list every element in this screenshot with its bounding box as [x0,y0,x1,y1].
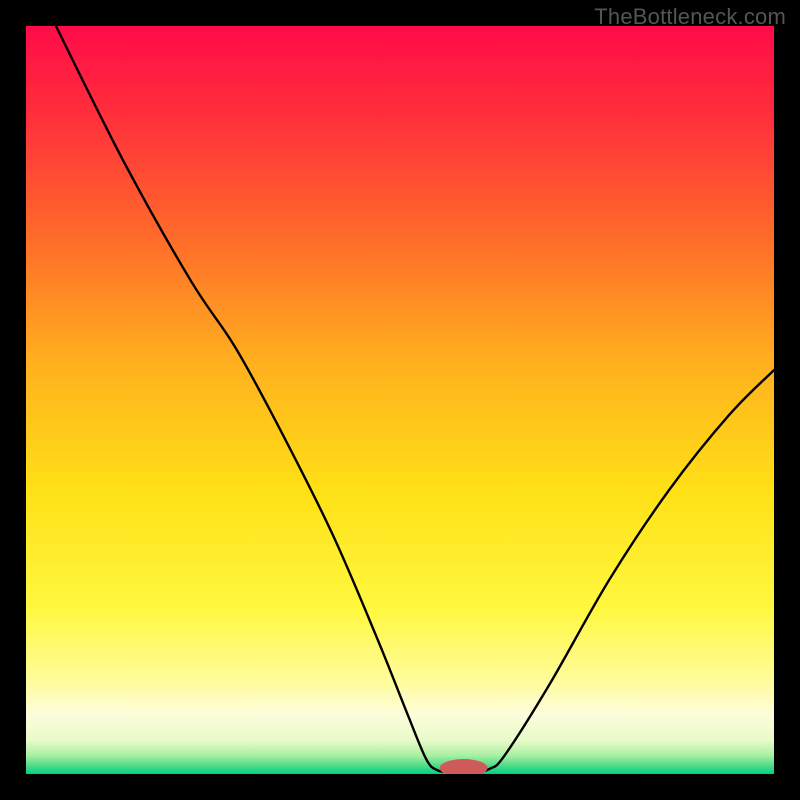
optimal-marker [26,26,774,774]
chart-container: TheBottleneck.com [0,0,800,800]
plot-area [26,26,774,774]
